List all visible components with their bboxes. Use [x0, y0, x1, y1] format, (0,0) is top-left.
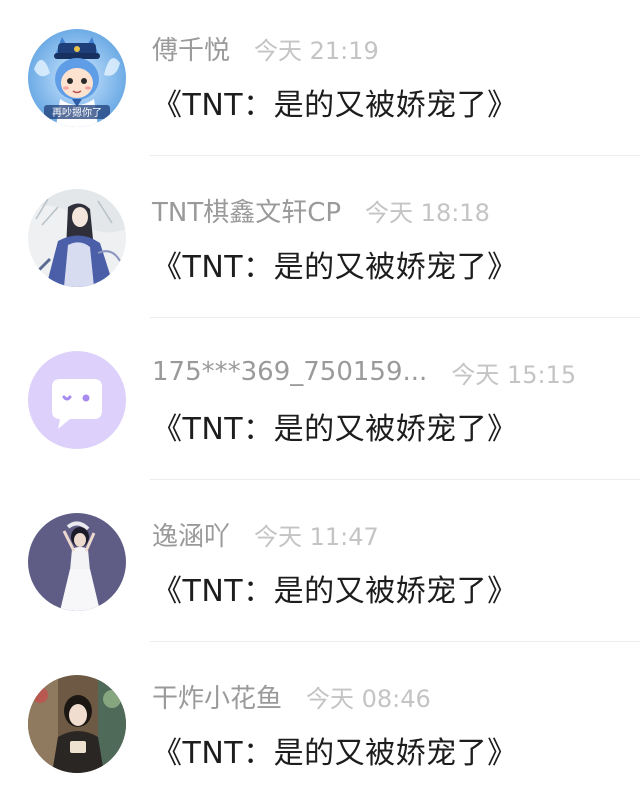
comment-list: 再吵摁你了 傅千悦 今天 21:19 《TNT：是的又被娇宠了》 TNT棋鑫文轩… — [0, 0, 640, 804]
comment-text: 《TNT：是的又被娇宠了》 — [152, 88, 518, 123]
username[interactable]: TNT棋鑫文轩CP — [152, 192, 341, 229]
comment-meta: TNT棋鑫文轩CP 今天 18:18 — [152, 192, 490, 228]
anime-boy-avatar-icon: 再吵摁你了 — [28, 29, 126, 127]
timestamp: 今天 18:18 — [365, 198, 490, 227]
avatar[interactable] — [28, 351, 126, 449]
timestamp: 今天 08:46 — [306, 684, 431, 713]
comment-text: 《TNT：是的又被娇宠了》 — [152, 574, 518, 609]
timestamp: 今天 11:47 — [254, 522, 379, 551]
timestamp: 今天 21:19 — [254, 36, 379, 65]
comment-meta: 175***369_750159... 今天 15:15 — [152, 354, 576, 390]
avatar[interactable] — [28, 513, 126, 611]
timestamp: 今天 15:15 — [451, 360, 577, 389]
comment-text: 《TNT：是的又被娇宠了》 — [152, 736, 518, 771]
comment-item[interactable]: 再吵摁你了 傅千悦 今天 21:19 《TNT：是的又被娇宠了》 — [0, 0, 640, 156]
comment-text: 《TNT：是的又被娇宠了》 — [152, 412, 518, 447]
username[interactable]: 干炸小花鱼 — [152, 678, 282, 715]
comment-item[interactable]: TNT棋鑫文轩CP 今天 18:18 《TNT：是的又被娇宠了》 — [0, 156, 640, 318]
default-chat-bubble-avatar-icon — [28, 351, 126, 449]
comment-meta: 干炸小花鱼 今天 08:46 — [152, 678, 431, 714]
username[interactable]: 逸涵吖 — [152, 516, 230, 553]
girl-photo-avatar-icon — [28, 675, 126, 773]
username[interactable]: 傅千悦 — [152, 30, 230, 67]
comment-item[interactable]: 逸涵吖 今天 11:47 《TNT：是的又被娇宠了》 — [0, 480, 640, 642]
girl-white-dress-avatar-icon — [28, 513, 126, 611]
avatar[interactable] — [28, 189, 126, 287]
avatar-caption: 再吵摁你了 — [52, 106, 102, 119]
avatar[interactable] — [28, 675, 126, 773]
comment-text: 《TNT：是的又被娇宠了》 — [152, 250, 518, 285]
comment-meta: 逸涵吖 今天 11:47 — [152, 516, 379, 552]
comment-item[interactable]: 175***369_750159... 今天 15:15 《TNT：是的又被娇宠… — [0, 318, 640, 480]
comment-meta: 傅千悦 今天 21:19 — [152, 30, 379, 66]
username[interactable]: 175***369_750159... — [152, 357, 427, 387]
comment-item[interactable]: 干炸小花鱼 今天 08:46 《TNT：是的又被娇宠了》 — [0, 642, 640, 804]
ancient-costume-avatar-icon — [28, 189, 126, 287]
avatar[interactable]: 再吵摁你了 — [28, 29, 126, 127]
